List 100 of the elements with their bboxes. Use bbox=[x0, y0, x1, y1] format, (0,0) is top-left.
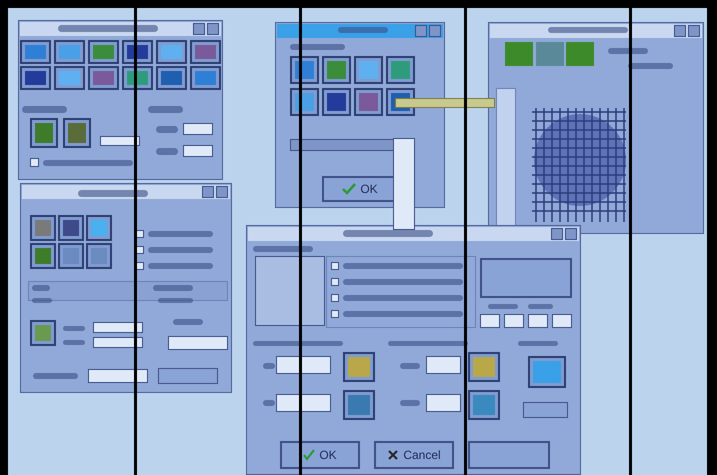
toolbar-button[interactable] bbox=[190, 40, 221, 64]
toolbar-button[interactable] bbox=[58, 215, 84, 241]
toolbar-button[interactable] bbox=[30, 118, 58, 148]
toolbar-button[interactable] bbox=[322, 88, 351, 116]
checkbox[interactable] bbox=[331, 310, 339, 318]
illegible-label bbox=[338, 27, 388, 33]
input-field[interactable] bbox=[168, 336, 228, 350]
input-field[interactable] bbox=[276, 356, 331, 374]
input-field[interactable] bbox=[100, 136, 140, 146]
minimize-button[interactable] bbox=[551, 228, 563, 240]
toolbar-button[interactable] bbox=[88, 40, 119, 64]
illegible-label bbox=[608, 48, 648, 54]
toolbar-button[interactable] bbox=[158, 368, 218, 384]
close-button[interactable] bbox=[688, 25, 700, 37]
toolbar-button[interactable] bbox=[30, 320, 56, 346]
illegible-label bbox=[78, 190, 148, 197]
toolbar-button[interactable] bbox=[468, 390, 500, 420]
checkbox[interactable] bbox=[331, 278, 339, 286]
minimize-button[interactable] bbox=[674, 25, 686, 37]
toolbar-button[interactable] bbox=[156, 66, 187, 90]
scrollbar[interactable] bbox=[496, 88, 516, 228]
illegible-label bbox=[173, 319, 203, 325]
toolbar-button[interactable] bbox=[20, 40, 51, 64]
toolbar-button[interactable] bbox=[54, 40, 85, 64]
toolbar-button[interactable] bbox=[468, 352, 500, 382]
illegible-label bbox=[148, 106, 183, 113]
illegible-label bbox=[63, 326, 85, 331]
toolbar-button[interactable] bbox=[354, 88, 383, 116]
close-button[interactable] bbox=[429, 25, 441, 37]
input-field[interactable] bbox=[552, 314, 572, 328]
close-button[interactable] bbox=[565, 228, 577, 240]
toolbar-button[interactable] bbox=[322, 56, 351, 84]
illegible-label bbox=[400, 363, 420, 369]
toolbar-button[interactable] bbox=[122, 66, 153, 90]
input-field[interactable] bbox=[93, 337, 143, 348]
toolbar-button[interactable] bbox=[343, 390, 375, 420]
illegible-label bbox=[488, 304, 518, 309]
cancel-button[interactable]: Cancel bbox=[374, 441, 454, 469]
toolbar-button[interactable] bbox=[386, 56, 415, 84]
close-button[interactable] bbox=[207, 23, 219, 35]
thumbnail[interactable] bbox=[566, 42, 594, 66]
close-icon bbox=[387, 449, 400, 461]
input-field[interactable] bbox=[183, 123, 213, 135]
toolbar-button[interactable] bbox=[86, 243, 112, 269]
illegible-label bbox=[290, 44, 345, 50]
dropdown-menu[interactable] bbox=[393, 138, 415, 230]
toolbar-button[interactable] bbox=[190, 66, 221, 90]
toolbar-button[interactable] bbox=[290, 56, 319, 84]
illegible-label bbox=[148, 247, 213, 253]
illegible-label bbox=[263, 363, 275, 369]
input-field[interactable] bbox=[276, 394, 331, 412]
input-field[interactable] bbox=[426, 356, 461, 374]
ok-button[interactable]: OK bbox=[280, 441, 360, 469]
checkbox[interactable] bbox=[30, 158, 39, 167]
illegible-label bbox=[628, 63, 673, 69]
checkbox[interactable] bbox=[331, 262, 339, 270]
minimize-button[interactable] bbox=[202, 186, 214, 198]
toolbar-button[interactable] bbox=[290, 88, 319, 116]
checkbox[interactable] bbox=[331, 294, 339, 302]
toolbar-button[interactable] bbox=[156, 40, 187, 64]
toolbar-button[interactable] bbox=[354, 56, 383, 84]
toolbar-button[interactable] bbox=[63, 118, 91, 148]
input-field[interactable] bbox=[528, 314, 548, 328]
illegible-label bbox=[148, 231, 213, 237]
minimize-button[interactable] bbox=[415, 25, 427, 37]
illegible-label bbox=[528, 304, 553, 309]
toolbar-button[interactable] bbox=[86, 215, 112, 241]
illegible-label bbox=[400, 400, 420, 406]
toolbar-button[interactable] bbox=[88, 66, 119, 90]
thumbnail[interactable] bbox=[505, 42, 533, 66]
illegible-label bbox=[518, 341, 558, 346]
toolbar-button[interactable] bbox=[528, 356, 566, 388]
preview-panel bbox=[255, 256, 325, 326]
illegible-label bbox=[253, 246, 313, 252]
toolbar-button[interactable] bbox=[480, 258, 572, 298]
toolbar-button[interactable] bbox=[122, 40, 153, 64]
toolbar-button[interactable] bbox=[523, 402, 568, 418]
minimize-button[interactable] bbox=[193, 23, 205, 35]
illegible-label bbox=[22, 106, 67, 113]
toolbar-button[interactable] bbox=[58, 243, 84, 269]
input-field[interactable] bbox=[480, 314, 500, 328]
toolbar-button[interactable] bbox=[343, 352, 375, 382]
close-button[interactable] bbox=[216, 186, 228, 198]
illegible-label bbox=[156, 148, 178, 155]
check-icon bbox=[303, 449, 316, 461]
toolbar-button[interactable] bbox=[468, 441, 550, 469]
input-field[interactable] bbox=[504, 314, 524, 328]
input-field[interactable] bbox=[93, 322, 143, 333]
toolbar-button[interactable] bbox=[30, 215, 56, 241]
illegible-label bbox=[153, 285, 193, 291]
input-field[interactable] bbox=[88, 369, 148, 383]
toolbar-button[interactable] bbox=[20, 66, 51, 90]
illegible-label bbox=[32, 285, 50, 291]
illegible-label bbox=[158, 298, 193, 303]
thumbnail[interactable] bbox=[536, 42, 564, 66]
input-field[interactable] bbox=[426, 394, 461, 412]
input-field[interactable] bbox=[183, 145, 213, 157]
illegible-label bbox=[263, 400, 275, 406]
toolbar-button[interactable] bbox=[54, 66, 85, 90]
toolbar-button[interactable] bbox=[30, 243, 56, 269]
